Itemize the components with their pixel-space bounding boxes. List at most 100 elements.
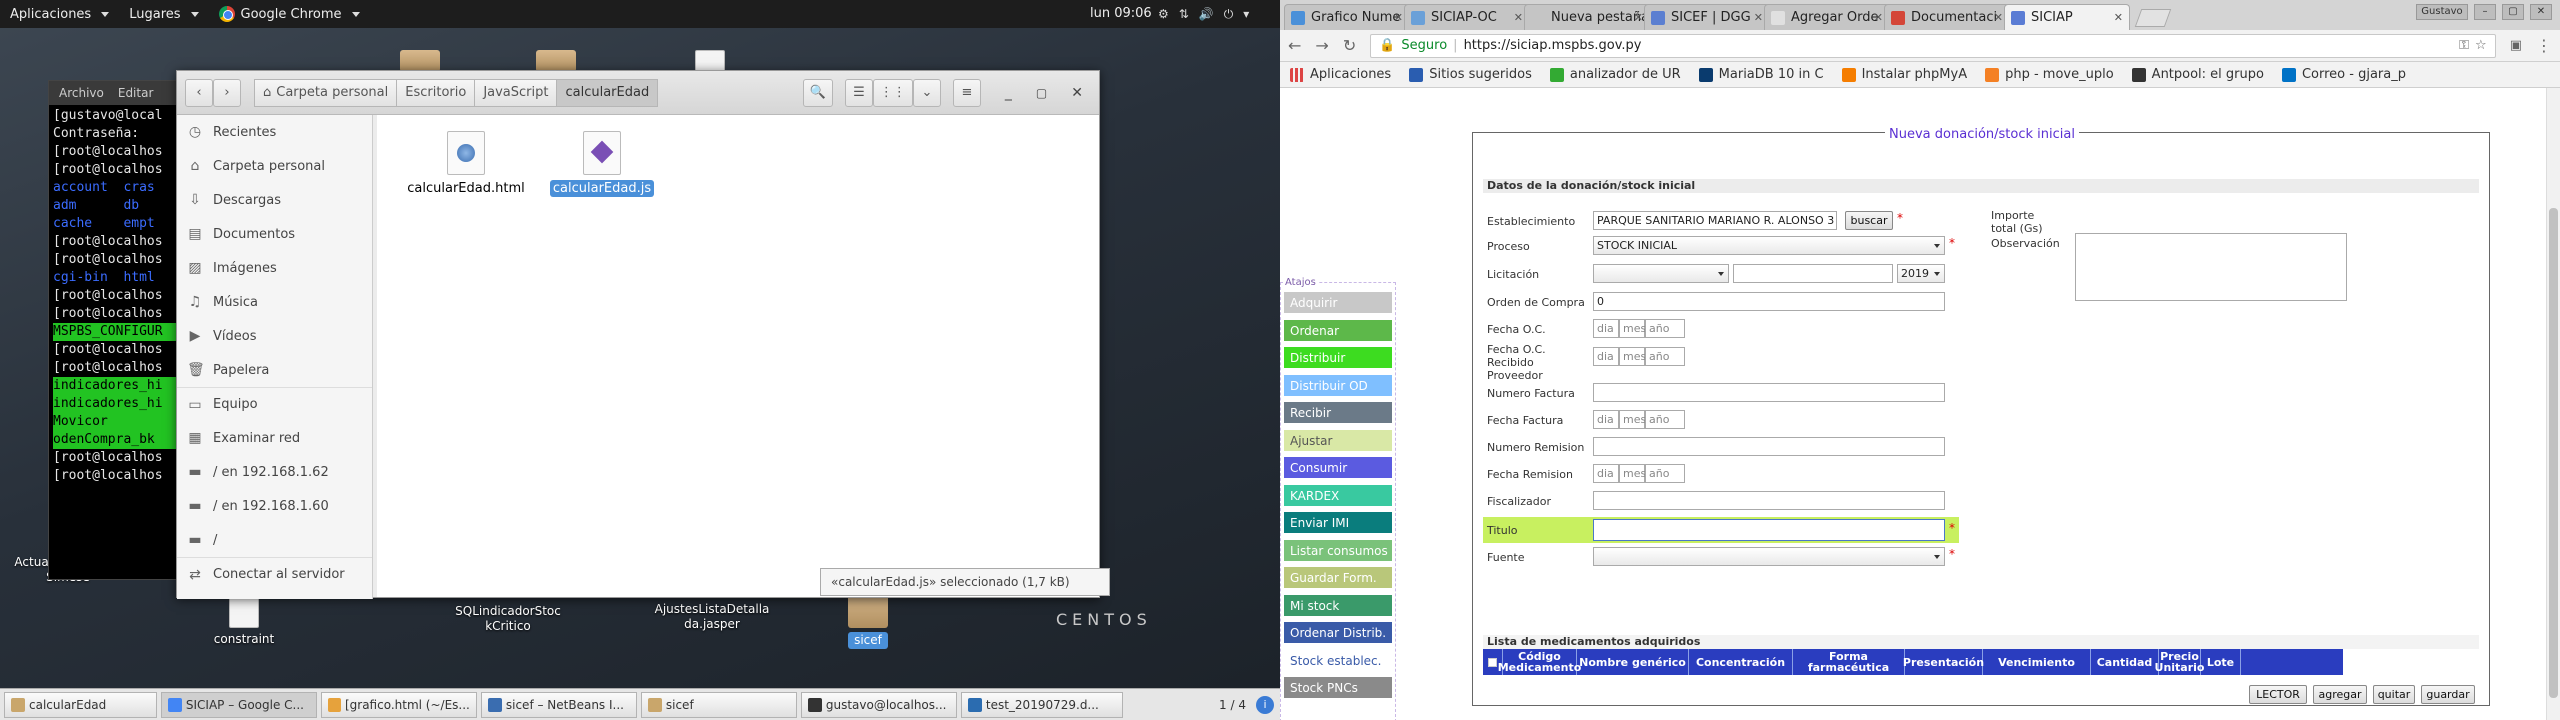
shortcut-button[interactable]: Ordenar (1283, 318, 1393, 342)
close-tab-icon[interactable]: ✕ (1394, 11, 1403, 24)
more-menu-icon[interactable]: ⋮ (2536, 36, 2552, 55)
shortcut-button[interactable]: Listar consumos (1283, 538, 1393, 562)
page-scrollbar[interactable] (2546, 88, 2560, 720)
proceso-select[interactable]: STOCK INICIAL (1593, 236, 1945, 255)
close-tab-icon[interactable]: ✕ (1874, 11, 1883, 24)
grid-view-button[interactable]: ⋮⋮ (872, 78, 913, 107)
tab-3[interactable]: Nueva pestaña ✕ (1524, 4, 1650, 30)
terminal-menu-archivo[interactable]: Archivo (59, 86, 104, 100)
sidebar-item[interactable]: ▶ Vídeos (177, 319, 372, 353)
profile-button[interactable]: Gustavo (2416, 4, 2468, 20)
month-input[interactable]: mes (1619, 319, 1646, 338)
settings-icon[interactable]: ⚙ (1158, 7, 1169, 21)
quitar-button[interactable]: quitar (2373, 685, 2415, 704)
desktop-icon-sicef[interactable]: sicef (808, 592, 928, 649)
file-view[interactable]: calcularEdad.html calcularEdad.js (377, 115, 1099, 597)
establecimiento-input[interactable]: PARQUE SANITARIO MARIANO R. ALONSO 3 (DE… (1593, 211, 1837, 230)
breadcrumb-escritorio[interactable]: Escritorio (396, 78, 476, 107)
star-icon[interactable]: ☆ (2475, 38, 2487, 53)
volume-icon[interactable]: 🔊 (1199, 7, 1214, 21)
breadcrumb-javascript[interactable]: JavaScript (474, 78, 558, 107)
day-input[interactable]: dia (1593, 319, 1619, 338)
day-input[interactable]: dia (1593, 410, 1619, 429)
tab-7[interactable]: SICIAP ✕ (2004, 4, 2130, 30)
licitacion-year-select[interactable]: 2019 (1897, 264, 1945, 283)
tab-1[interactable]: Grafico Nume ✕ (1284, 4, 1410, 30)
network-icon[interactable]: ⇅ (1179, 7, 1189, 21)
month-input[interactable]: mes (1619, 464, 1646, 483)
close-window-button[interactable]: ✕ (2530, 4, 2552, 20)
taskbar-item[interactable]: calcularEdad (4, 691, 157, 718)
sidebar-item[interactable]: ⇩ Descargas (177, 183, 372, 217)
bookmark-item[interactable]: Aplicaciones (1290, 67, 1391, 82)
forward-icon[interactable]: → (1315, 36, 1328, 55)
taskbar-item[interactable]: test_20190729.d... (960, 691, 1124, 718)
bookmark-item[interactable]: Antpool: el grupo (2131, 67, 2264, 82)
tab-6[interactable]: Documentaci ✕ (1884, 4, 2010, 30)
list-view-button[interactable]: ☰ (844, 78, 873, 107)
year-input[interactable]: año (1645, 464, 1685, 483)
active-app-menu[interactable]: Google Chrome (209, 0, 370, 28)
power-icon[interactable]: ⏻ (1224, 7, 1234, 22)
close-tab-icon[interactable]: ✕ (1514, 11, 1523, 24)
close-tab-icon[interactable]: ✕ (1634, 11, 1643, 24)
sidebar-item[interactable]: ◷ Recientes (177, 115, 372, 149)
tab-2[interactable]: SICIAP-OC ✕ (1404, 4, 1530, 30)
day-input[interactable]: dia (1593, 347, 1619, 366)
terminal-menu-editar[interactable]: Editar (118, 86, 154, 100)
sidebar-item[interactable]: ⇄ Conectar al servidor (177, 557, 372, 591)
bookmark-item[interactable]: Correo - gjara_p (2281, 67, 2406, 82)
fecha-factura-date[interactable]: dia mes año (1593, 410, 1685, 429)
fiscalizador-input[interactable] (1593, 491, 1945, 510)
file-item[interactable]: calcularEdad.html (401, 131, 531, 196)
close-tab-icon[interactable]: ✕ (1994, 11, 2003, 24)
numero-factura-input[interactable] (1593, 383, 1945, 402)
desktop-icon-ajustes[interactable]: AjustesListaDetallada.jasper (652, 602, 772, 632)
breadcrumb-calcularedad[interactable]: calcularEdad (556, 78, 659, 107)
year-input[interactable]: año (1645, 410, 1685, 429)
bookmark-item[interactable]: Sitios sugeridos (1409, 67, 1532, 82)
shortcut-button[interactable]: Stock establec. (1283, 648, 1393, 672)
maximize-window-button[interactable]: ▢ (2502, 4, 2524, 20)
workspace-indicator[interactable]: 1 / 4 (1213, 698, 1252, 712)
menu-button[interactable]: ≡ (952, 78, 981, 107)
scrollbar-thumb[interactable] (2549, 208, 2558, 698)
month-input[interactable]: mes (1619, 347, 1646, 366)
bookmark-item[interactable]: MariaDB 10 in C (1698, 67, 1824, 82)
info-icon[interactable]: i (1256, 695, 1274, 714)
bookmark-item[interactable]: analizador de UR (1549, 67, 1681, 82)
taskbar-item[interactable]: SICIAP – Google C... (160, 691, 317, 718)
shortcut-button[interactable]: Recibir (1283, 401, 1393, 424)
key-icon[interactable]: ⚿ (2459, 38, 2469, 53)
close-tab-icon[interactable]: ✕ (2114, 11, 2123, 24)
breadcrumb-home[interactable]: ⌂ Carpeta personal (254, 78, 398, 107)
sidebar-item[interactable]: ▨ Imágenes (177, 251, 372, 285)
agregar-button[interactable]: agregar (2313, 685, 2367, 704)
sidebar-item[interactable]: ▬ / (177, 523, 372, 557)
places-menu[interactable]: Lugares (119, 0, 208, 28)
guardar-button[interactable]: guardar (2421, 685, 2475, 704)
back-button[interactable]: ‹ (185, 78, 213, 107)
fecha-oc-date[interactable]: dia mes año (1593, 319, 1685, 338)
search-button[interactable]: 🔍 (802, 78, 833, 107)
shortcut-button[interactable]: Mi stock (1283, 593, 1393, 617)
maximize-button[interactable]: ▢ (1036, 86, 1047, 100)
file-item[interactable]: calcularEdad.js (537, 131, 667, 197)
licitacion-input[interactable] (1733, 264, 1893, 283)
lector-button[interactable]: LECTOR (2249, 685, 2307, 704)
observacion-textarea[interactable] (2075, 233, 2347, 301)
taskbar-item[interactable]: sicef (640, 691, 797, 718)
shortcut-button[interactable]: Stock PNCs (1283, 676, 1393, 699)
system-tray[interactable]: ⚙ ⇅ 🔊 ⏻ ▾ (1158, 0, 1249, 28)
shortcut-button[interactable]: Adquirir (1283, 291, 1393, 314)
desktop-icon-constraint[interactable]: constraint (184, 592, 304, 647)
minimize-button[interactable]: _ (1005, 85, 1012, 101)
orden-input[interactable]: 0 (1593, 292, 1945, 311)
year-input[interactable]: año (1645, 347, 1685, 366)
sidebar-item[interactable]: ⌂ Carpeta personal (177, 149, 372, 183)
fuente-select[interactable] (1593, 547, 1945, 566)
chevron-down-icon[interactable]: ▾ (1243, 7, 1249, 21)
sidebar-item[interactable]: ▬ / en 192.168.1.60 (177, 489, 372, 523)
view-options-button[interactable]: ⌄ (912, 78, 941, 107)
sidebar-item[interactable]: ▦ Examinar red (177, 421, 372, 455)
